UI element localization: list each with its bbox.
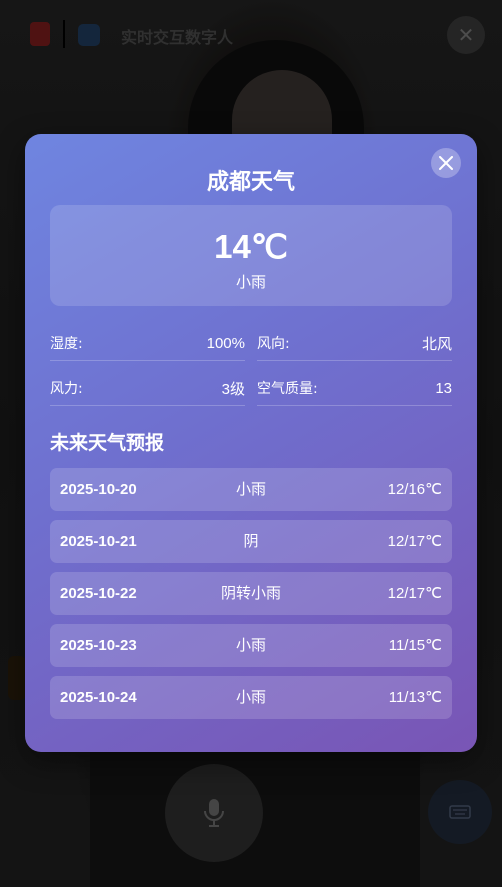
weather-modal: 成都天气 14℃ 小雨 湿度: 100% 风向: 北风 风力: 3级 空气质量:…: [25, 134, 477, 752]
forecast-row: 2025-10-24 小雨 11/13℃: [50, 676, 452, 719]
forecast-temperature: 12/16℃: [387, 481, 442, 498]
forecast-title: 未来天气预报: [50, 432, 165, 454]
detail-value: 13: [435, 379, 452, 397]
forecast-temperature: 12/17℃: [387, 585, 442, 602]
current-weather-card: 14℃ 小雨: [50, 205, 452, 306]
forecast-list: 2025-10-20 小雨 12/16℃ 2025-10-21 阴 12/17℃…: [50, 468, 452, 728]
detail-value: 北风: [421, 335, 452, 353]
detail-row: 湿度: 100% 风向: 北风: [50, 326, 452, 369]
detail-wind-direction: 风向: 北风: [257, 326, 452, 361]
forecast-row: 2025-10-21 阴 12/17℃: [50, 520, 452, 563]
detail-wind-force: 风力: 3级: [50, 371, 245, 406]
forecast-temperature: 11/13℃: [388, 689, 442, 706]
detail-humidity: 湿度: 100%: [50, 326, 245, 361]
forecast-temperature: 11/15℃: [388, 637, 442, 654]
forecast-condition: 阴转小雨: [220, 584, 281, 602]
forecast-date: 2025-10-24: [60, 689, 137, 706]
forecast-condition: 小雨: [235, 480, 266, 498]
forecast-temperature: 12/17℃: [387, 533, 442, 550]
forecast-row: 2025-10-22 阴转小雨 12/17℃: [50, 572, 452, 615]
detail-label: 湿度:: [50, 336, 83, 352]
forecast-date: 2025-10-23: [60, 637, 137, 654]
current-temperature: 14℃: [214, 228, 288, 265]
forecast-row: 2025-10-23 小雨 11/15℃: [50, 624, 452, 667]
forecast-row: 2025-10-20 小雨 12/16℃: [50, 468, 452, 511]
current-condition: 小雨: [235, 273, 266, 291]
forecast-condition: 小雨: [235, 636, 266, 654]
detail-value: 100%: [206, 334, 245, 352]
detail-label: 风向:: [257, 336, 290, 352]
detail-label: 空气质量:: [257, 381, 318, 397]
modal-title: 成都天气: [206, 170, 295, 195]
detail-value: 3级: [221, 380, 245, 398]
forecast-date: 2025-10-21: [60, 533, 137, 550]
weather-details: 湿度: 100% 风向: 北风 风力: 3级 空气质量: 13: [50, 326, 452, 416]
forecast-condition: 阴: [243, 532, 259, 550]
detail-row: 风力: 3级 空气质量: 13: [50, 371, 452, 414]
forecast-date: 2025-10-20: [60, 481, 137, 498]
forecast-date: 2025-10-22: [60, 585, 137, 602]
forecast-condition: 小雨: [235, 688, 266, 706]
detail-label: 风力:: [50, 381, 83, 397]
detail-air-quality: 空气质量: 13: [257, 371, 452, 406]
